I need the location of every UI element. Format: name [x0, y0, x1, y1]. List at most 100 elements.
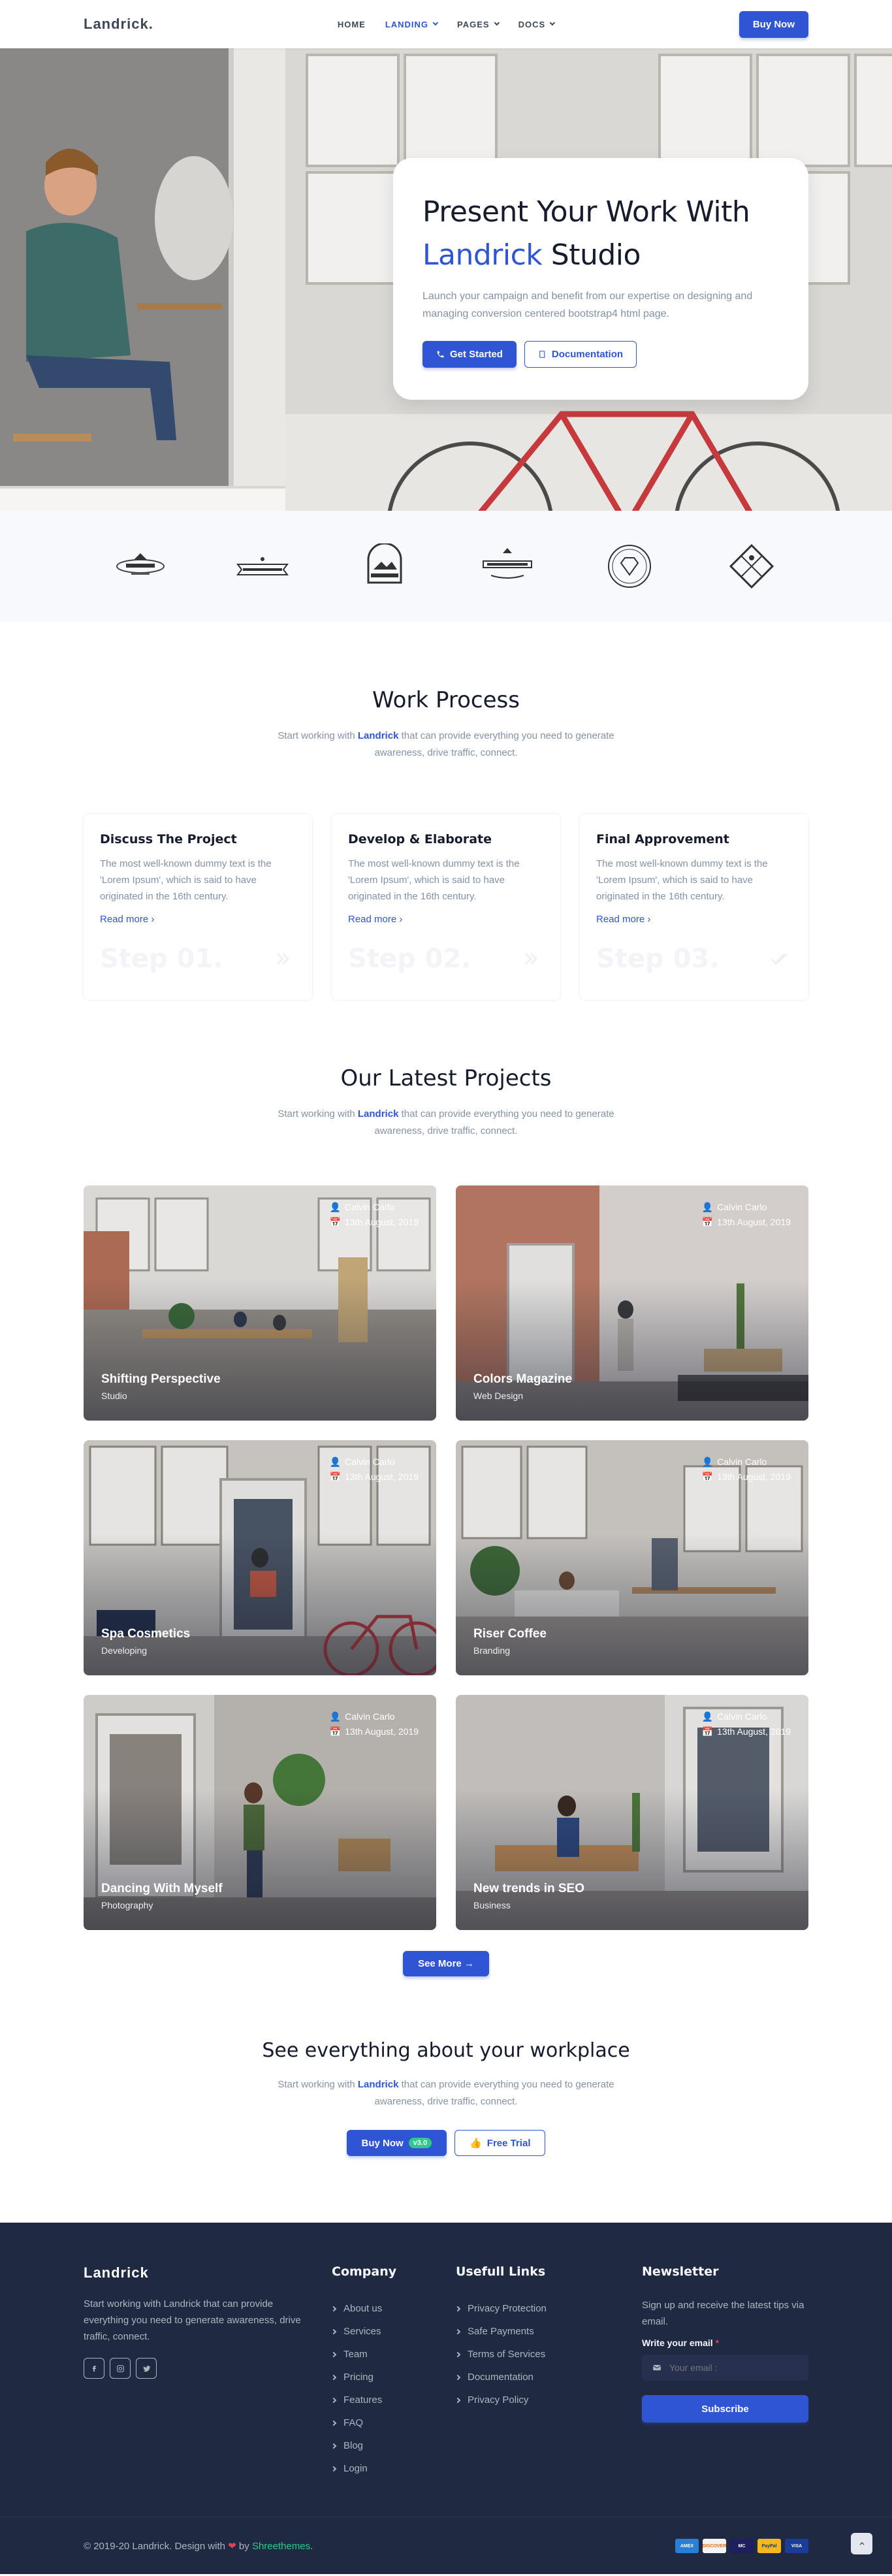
hero-card: Present Your Work With Landrick Studio L…: [393, 158, 808, 400]
footer-company-link[interactable]: Services: [330, 2320, 456, 2343]
footer-company-link[interactable]: Team: [330, 2343, 456, 2366]
footer-useful-link[interactable]: Documentation: [454, 2366, 642, 2389]
user-icon: 👤: [701, 1711, 714, 1722]
footer-useful-link[interactable]: Terms of Services: [454, 2343, 642, 2366]
arrow-right-icon: →: [464, 1958, 474, 1969]
twitter-icon[interactable]: [136, 2358, 157, 2379]
heart-icon: ❤: [228, 2541, 236, 2552]
user-icon: 👤: [329, 1457, 342, 1467]
footer-company-link[interactable]: About us: [330, 2297, 456, 2320]
section-title: Our Latest Projects: [340, 1065, 552, 1091]
section-subtitle: Start working with Landrick that can pro…: [260, 1106, 632, 1140]
nav-item-landing[interactable]: LANDING: [375, 20, 447, 29]
nav-item-home[interactable]: HOME: [328, 20, 375, 29]
footer-company-link-label: Blog: [343, 2440, 364, 2451]
footer-useful-links: Privacy Protection Safe Payments Terms of …: [454, 2297, 642, 2411]
project-card[interactable]: 👤 Calvin Carlo 📅 13th August, 2019 Dancing…: [84, 1695, 436, 1930]
project-title[interactable]: New trends in SEO: [473, 1882, 584, 1896]
email-label-text: Write your email: [642, 2338, 713, 2348]
process-card-text: The most well-known dummy text is the 'L…: [348, 858, 520, 902]
phone-icon: [437, 351, 444, 358]
back-to-top-button[interactable]: [851, 2533, 872, 2554]
footer-useful-link-label: Privacy Policy: [468, 2394, 529, 2406]
footer-useful-column: Usefull Links Privacy Protection Safe Pay…: [454, 2264, 642, 2480]
nav-item-label: LANDING: [385, 19, 429, 29]
project-card[interactable]: 👤 Calvin Carlo 📅 13th August, 2019 New tre…: [456, 1695, 808, 1930]
footer-company-link-label: FAQ: [343, 2417, 364, 2428]
read-more-link[interactable]: Read more ›: [100, 914, 154, 925]
footer-useful-link-label: Privacy Protection: [468, 2303, 547, 2314]
documentation-button[interactable]: Documentation: [524, 341, 637, 368]
amex-card-icon: AMEX: [675, 2539, 699, 2553]
get-started-button[interactable]: Get Started: [422, 341, 517, 368]
arrow-up-icon: [859, 2541, 864, 2545]
footer-company-link[interactable]: Features: [330, 2389, 456, 2411]
project-card[interactable]: 👤 Calvin Carlo 📅 13th August, 2019 Riser C…: [456, 1440, 808, 1675]
project-author: Calvin Carlo: [717, 1202, 767, 1212]
instagram-icon[interactable]: [110, 2358, 131, 2379]
subtitle-text: that can provide everything you need to …: [374, 1108, 614, 1136]
nav-item-pages[interactable]: PAGES: [447, 20, 509, 29]
project-category: Developing: [101, 1645, 148, 1656]
footer-column-title: Usefull Links: [456, 2264, 546, 2279]
read-more-label: Read more: [348, 914, 397, 925]
work-process-section: Work Process Start working with Landrick…: [0, 622, 892, 1000]
project-title[interactable]: Colors Magazine: [473, 1372, 572, 1387]
subtitle-brand: Landrick: [357, 1108, 399, 1119]
step-number: Step 03.: [596, 944, 720, 974]
read-more-link[interactable]: Read more ›: [348, 914, 402, 925]
footer-company-link-label: Pricing: [343, 2372, 374, 2383]
hero-title-line1: Present Your Work With: [422, 195, 750, 229]
footer-columns: Landrick Start working with Landrick tha…: [84, 2264, 808, 2480]
section-title: Work Process: [372, 687, 520, 713]
footer-about-text: Start working with Landrick that can pro…: [84, 2298, 301, 2342]
buy-now-button[interactable]: Buy Now v3.0: [346, 2130, 447, 2156]
footer-company-link[interactable]: Blog: [330, 2434, 456, 2457]
project-date: 13th August, 2019: [345, 1472, 419, 1482]
footer-company-link[interactable]: Pricing: [330, 2366, 456, 2389]
free-trial-button[interactable]: 👍 Free Trial: [454, 2130, 546, 2156]
nav-item-docs[interactable]: DOCS: [509, 20, 565, 29]
footer-company-link[interactable]: Login: [330, 2457, 456, 2480]
footer-column-title: Newsletter: [642, 2264, 719, 2279]
footer-company-link-label: About us: [343, 2303, 383, 2314]
footer-about-column: Landrick Start working with Landrick tha…: [84, 2264, 332, 2480]
project-grid: 👤 Calvin Carlo 📅 13th August, 2019 Shiftin…: [84, 1185, 808, 1930]
project-title[interactable]: Shifting Perspective: [101, 1372, 221, 1387]
project-title[interactable]: Riser Coffee: [473, 1627, 547, 1641]
required-marker: *: [715, 2338, 720, 2348]
email-field-wrapper: [642, 2355, 808, 2381]
main-nav: HOME LANDING PAGES DOCS: [328, 0, 564, 48]
chevron-right-icon: [454, 2374, 461, 2380]
project-title[interactable]: Dancing With Myself: [101, 1882, 223, 1896]
copyright-part: .: [310, 2541, 313, 2552]
subscribe-button[interactable]: Subscribe: [642, 2395, 808, 2423]
project-card[interactable]: 👤 Calvin Carlo 📅 13th August, 2019 Spa Cos…: [84, 1440, 436, 1675]
hero-title-brand: Landrick: [422, 238, 543, 272]
project-card[interactable]: 👤 Calvin Carlo 📅 13th August, 2019 Shiftin…: [84, 1185, 436, 1421]
project-card[interactable]: 👤 Calvin Carlo 📅 13th August, 2019 Colors …: [456, 1185, 808, 1421]
see-more-button[interactable]: See More →: [403, 1951, 489, 1976]
client-logo-retrobrand: [111, 540, 170, 592]
mastercard-icon: MC: [730, 2539, 754, 2553]
logo[interactable]: Landrick.: [84, 16, 153, 33]
read-more-link[interactable]: Read more ›: [596, 914, 650, 925]
footer-useful-link[interactable]: Safe Payments: [454, 2320, 642, 2343]
visa-card-icon: VISA: [785, 2539, 808, 2553]
footer-useful-link[interactable]: Privacy Protection: [454, 2297, 642, 2320]
project-category: Photography: [101, 1900, 153, 1910]
footer-logo[interactable]: Landrick: [84, 2264, 332, 2281]
email-input[interactable]: [669, 2362, 800, 2373]
payment-methods: AMEX DISCOVER MC PayPal VISA: [675, 2539, 808, 2553]
footer-useful-link[interactable]: Privacy Policy: [454, 2389, 642, 2411]
footer-company-link[interactable]: FAQ: [330, 2411, 456, 2434]
buy-now-button[interactable]: Buy Now: [739, 10, 808, 38]
project-title[interactable]: Spa Cosmetics: [101, 1627, 190, 1641]
see-more-label: See More: [418, 1958, 462, 1969]
author-link[interactable]: Shreethemes: [252, 2541, 310, 2552]
user-icon: 👤: [329, 1202, 342, 1212]
facebook-icon[interactable]: [84, 2358, 104, 2379]
user-icon: 👤: [329, 1711, 342, 1722]
footer-company-link-label: Team: [343, 2349, 368, 2360]
project-meta: 👤 Calvin Carlo 📅 13th August, 2019: [702, 1455, 791, 1485]
